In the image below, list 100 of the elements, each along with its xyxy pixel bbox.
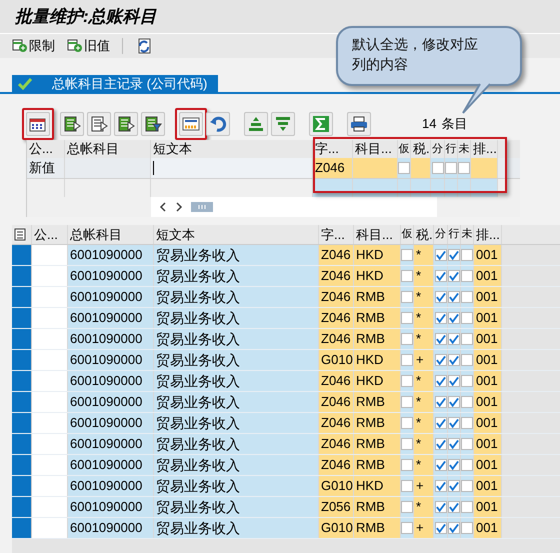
checkbox[interactable] (434, 396, 446, 408)
checkbox[interactable] (448, 396, 460, 408)
checkbox[interactable] (461, 312, 473, 324)
row-selector[interactable] (12, 392, 32, 412)
chevron-left-icon[interactable] (159, 202, 167, 212)
checkbox[interactable] (448, 312, 460, 324)
checkbox[interactable] (461, 333, 473, 345)
checkbox[interactable] (448, 354, 460, 366)
checkbox[interactable] (445, 162, 457, 174)
checkbox[interactable] (401, 522, 413, 534)
table-cell: 6001090000 (68, 266, 154, 286)
checkbox[interactable] (461, 501, 473, 513)
row-selector[interactable] (12, 476, 32, 496)
checkbox[interactable] (448, 438, 460, 450)
row-selector[interactable] (12, 518, 32, 538)
checkbox[interactable] (434, 438, 446, 450)
checkbox[interactable] (461, 291, 473, 303)
table-cell: * (414, 245, 434, 265)
row-selector[interactable] (12, 497, 32, 517)
checkbox[interactable] (461, 354, 473, 366)
toolbar-button[interactable]: 限制 (12, 36, 55, 56)
checkbox[interactable] (461, 375, 473, 387)
checkbox[interactable] (401, 459, 413, 471)
table-cell: RMB (354, 413, 401, 433)
table-cell: * (414, 434, 434, 454)
row-selector[interactable] (12, 287, 32, 307)
checkbox[interactable] (461, 438, 473, 450)
checkbox[interactable] (448, 333, 460, 345)
checkbox[interactable] (458, 162, 470, 174)
checkbox[interactable] (401, 438, 413, 450)
checkbox[interactable] (448, 270, 460, 282)
checkbox[interactable] (432, 162, 444, 174)
tab[interactable]: 总帐科目主记录 (公司代码) (12, 75, 218, 92)
checkbox[interactable] (461, 249, 473, 261)
checkbox[interactable] (461, 396, 473, 408)
table-cell: RMB (354, 518, 401, 538)
checkbox[interactable] (434, 480, 446, 492)
checkbox[interactable] (401, 501, 413, 513)
checkbox[interactable] (434, 417, 446, 429)
row-selector[interactable] (12, 245, 32, 265)
checkbox[interactable] (434, 312, 446, 324)
row-selector[interactable] (12, 329, 32, 349)
checkbox[interactable] (448, 375, 460, 387)
selection-icon (90, 116, 108, 132)
checkbox[interactable] (448, 249, 460, 261)
checkbox[interactable] (461, 522, 473, 534)
checkbox[interactable] (401, 333, 413, 345)
table-cell: 贸易业务收入 (154, 476, 319, 496)
checkbox[interactable] (401, 270, 413, 282)
row-selector[interactable] (12, 455, 32, 475)
checkbox[interactable] (398, 162, 410, 174)
checkbox[interactable] (448, 480, 460, 492)
chevron-right-icon[interactable] (175, 202, 183, 212)
checkbox[interactable] (461, 270, 473, 282)
checkbox[interactable] (434, 522, 446, 534)
row-selector[interactable] (12, 308, 32, 328)
checkbox[interactable] (461, 459, 473, 471)
table-cell: 001 (474, 497, 502, 517)
checkbox[interactable] (448, 291, 460, 303)
table-cell: 6001090000 (68, 350, 154, 370)
checkbox[interactable] (401, 354, 413, 366)
toolbar-button[interactable]: 旧值 (67, 36, 110, 56)
toolbar-button[interactable] (22, 108, 54, 140)
row-selector[interactable] (12, 266, 32, 286)
table-cell: Z046 (319, 266, 354, 286)
scroll-thumb-icon[interactable] (191, 202, 213, 212)
checkbox[interactable] (434, 270, 446, 282)
row-selector[interactable] (12, 371, 32, 391)
checkbox[interactable] (461, 480, 473, 492)
checkbox[interactable] (434, 249, 446, 261)
redacted-cell (32, 350, 68, 370)
checkbox[interactable] (401, 396, 413, 408)
checkbox[interactable] (434, 459, 446, 471)
row-selector[interactable] (12, 413, 32, 433)
table-cell: 贸易业务收入 (154, 518, 319, 538)
table-cell: 6001090000 (68, 455, 154, 475)
checkbox[interactable] (401, 312, 413, 324)
checkbox[interactable] (448, 501, 460, 513)
table-cell: RMB (354, 497, 401, 517)
column-header: 分 (434, 225, 448, 244)
checkbox[interactable] (448, 522, 460, 534)
checkbox[interactable] (434, 291, 446, 303)
checkbox[interactable] (434, 375, 446, 387)
checkbox[interactable] (448, 459, 460, 471)
checkbox[interactable] (401, 249, 413, 261)
checkbox[interactable] (401, 480, 413, 492)
checkbox[interactable] (434, 333, 446, 345)
checkbox[interactable] (401, 375, 413, 387)
row-selector[interactable] (12, 350, 32, 370)
selection-icon (64, 116, 80, 132)
horizontal-scrollbar[interactable] (151, 197, 437, 217)
checkbox[interactable] (448, 417, 460, 429)
checkbox[interactable] (434, 354, 446, 366)
checkbox[interactable] (434, 501, 446, 513)
table-cell: 贸易业务收入 (154, 371, 319, 391)
checkbox[interactable] (401, 291, 413, 303)
checkbox[interactable] (401, 417, 413, 429)
checkbox[interactable] (461, 417, 473, 429)
row-selector[interactable] (12, 434, 32, 454)
table-cell: Z046 (319, 329, 354, 349)
